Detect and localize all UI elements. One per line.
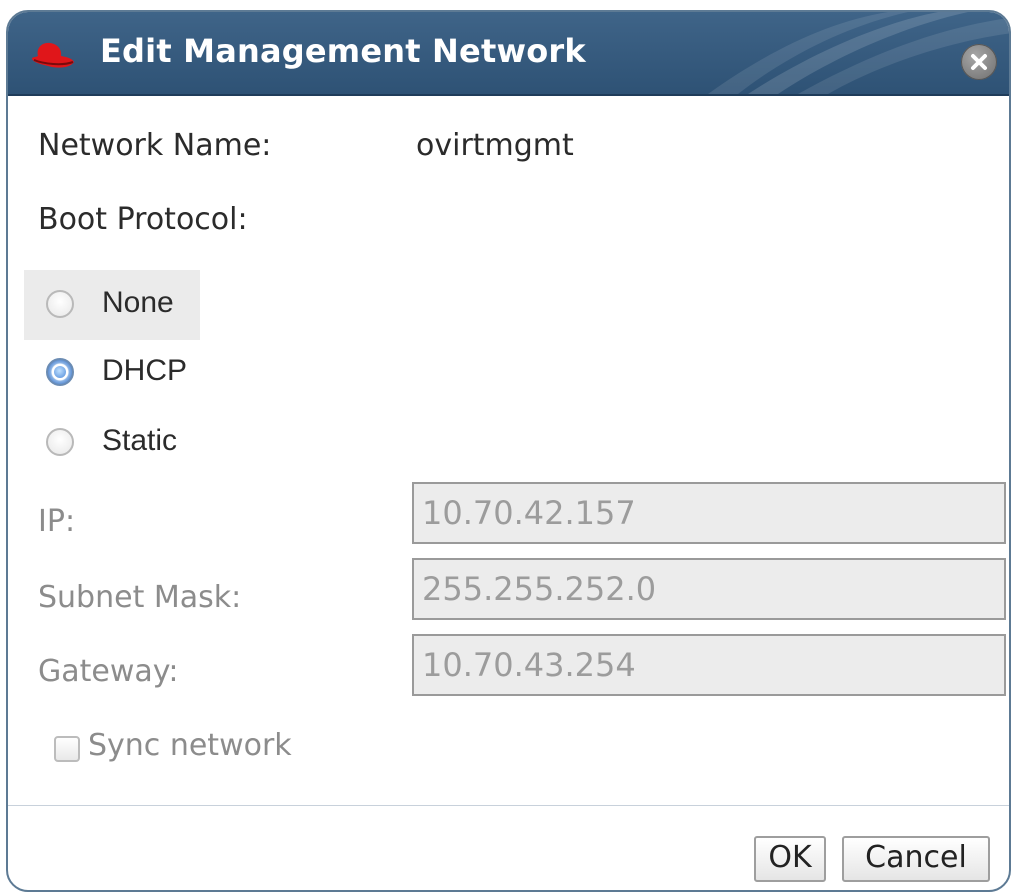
boot-protocol-label: Boot Protocol: bbox=[38, 202, 248, 237]
close-button[interactable] bbox=[961, 44, 997, 80]
dialog-body: Network Name: ovirtmgmt Boot Protocol: N… bbox=[8, 96, 1009, 806]
gateway-label: Gateway: bbox=[38, 654, 179, 689]
boot-option-none[interactable]: None bbox=[24, 270, 200, 340]
dialog-title: Edit Management Network bbox=[100, 32, 586, 70]
gateway-field[interactable] bbox=[412, 634, 1006, 696]
sync-network-checkbox[interactable] bbox=[54, 736, 80, 762]
subnet-mask-field[interactable] bbox=[412, 558, 1006, 620]
ip-field[interactable] bbox=[412, 482, 1006, 544]
radio-static-label: Static bbox=[102, 424, 178, 457]
cancel-button[interactable]: Cancel bbox=[842, 836, 990, 882]
radio-static[interactable] bbox=[46, 428, 74, 456]
edit-management-network-dialog: Edit Management Network Network Name: ov… bbox=[6, 10, 1011, 892]
network-name-label: Network Name: bbox=[38, 128, 272, 163]
boot-option-static[interactable]: Static bbox=[24, 408, 200, 478]
sync-network-label: Sync network bbox=[88, 728, 292, 763]
subnet-mask-label: Subnet Mask: bbox=[38, 580, 242, 615]
dialog-titlebar: Edit Management Network bbox=[8, 12, 1009, 96]
boot-option-dhcp[interactable]: DHCP bbox=[24, 338, 200, 408]
radio-none-label: None bbox=[102, 286, 174, 319]
radio-dhcp[interactable] bbox=[46, 358, 74, 386]
ok-button[interactable]: OK bbox=[754, 836, 826, 882]
ip-label: IP: bbox=[38, 504, 76, 539]
close-icon bbox=[971, 54, 987, 70]
radio-none[interactable] bbox=[46, 290, 74, 318]
radio-dhcp-label: DHCP bbox=[102, 354, 188, 387]
redhat-shadowman-icon bbox=[32, 42, 74, 68]
network-name-value: ovirtmgmt bbox=[416, 128, 574, 163]
